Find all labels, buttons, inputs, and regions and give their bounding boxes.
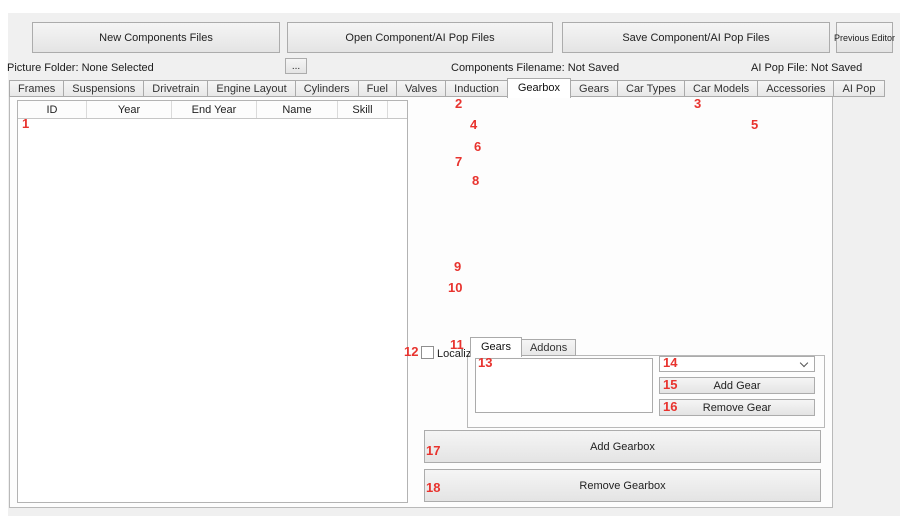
annotation-9: 9 (454, 261, 461, 273)
gear-dropdown[interactable] (659, 356, 815, 372)
add-gear-button[interactable]: Add Gear (659, 377, 815, 394)
remove-gear-button[interactable]: Remove Gear (659, 399, 815, 416)
tab-induction[interactable]: Induction (445, 80, 508, 97)
annotation-7: 7 (455, 156, 462, 168)
tab-drivetrain[interactable]: Drivetrain (143, 80, 208, 97)
localize-checkbox[interactable] (421, 346, 434, 359)
tab-gears[interactable]: Gears (570, 80, 618, 97)
tab-ai-pop[interactable]: AI Pop (833, 80, 884, 97)
tab-suspensions[interactable]: Suspensions (63, 80, 144, 97)
annotation-14: 14 (663, 357, 677, 369)
annotation-11: 11 (450, 339, 464, 351)
picture-folder-value: None Selected (82, 62, 154, 74)
new-components-files-button[interactable]: New Components Files (32, 22, 280, 53)
annotation-6: 6 (474, 141, 481, 153)
annotation-2: 2 (455, 98, 462, 110)
ai-pop-file-label: AI Pop File: (751, 62, 808, 74)
column-header-year[interactable]: Year (87, 101, 172, 118)
tab-gearbox[interactable]: Gearbox (507, 78, 571, 98)
remove-gearbox-button[interactable]: Remove Gearbox (424, 469, 821, 502)
main-tab-strip: Frames Suspensions Drivetrain Engine Lay… (9, 77, 884, 97)
annotation-1: 1 (22, 118, 29, 130)
tab-accessories[interactable]: Accessories (757, 80, 834, 97)
restrictions-tab-gears[interactable]: Gears (470, 337, 522, 357)
tab-car-models[interactable]: Car Models (684, 80, 758, 97)
tab-fuel[interactable]: Fuel (358, 80, 397, 97)
annotation-17: 17 (426, 445, 440, 457)
annotation-16: 16 (663, 401, 677, 413)
picture-folder-label: Picture Folder: (7, 62, 79, 74)
annotation-18: 18 (426, 482, 440, 494)
tab-valves[interactable]: Valves (396, 80, 446, 97)
annotation-4: 4 (470, 119, 477, 131)
annotation-3: 3 (694, 98, 701, 110)
annotation-15: 15 (663, 379, 677, 391)
previous-editor-button[interactable]: Previous Editor (836, 22, 893, 53)
annotation-12: 12 (404, 346, 418, 358)
tab-car-types[interactable]: Car Types (617, 80, 685, 97)
browse-picture-folder-button[interactable]: ... (285, 58, 307, 74)
save-component-files-button[interactable]: Save Component/AI Pop Files (562, 22, 830, 53)
components-filename-status: Components Filename: Not Saved (451, 62, 619, 74)
column-header-skill[interactable]: Skill (338, 101, 388, 118)
restrictions-tab-strip: Gears Addons (470, 337, 575, 356)
annotation-10: 10 (448, 282, 462, 294)
components-filename-label: Components Filename: (451, 62, 565, 74)
ai-pop-file-status: AI Pop File: Not Saved (751, 62, 862, 74)
column-header-name[interactable]: Name (257, 101, 338, 118)
tab-engine-layout[interactable]: Engine Layout (207, 80, 295, 97)
gearbox-table[interactable]: ID Year End Year Name Skill (17, 100, 408, 503)
annotation-13: 13 (478, 357, 492, 369)
gearbox-table-header: ID Year End Year Name Skill (18, 101, 407, 119)
gear-listbox[interactable] (475, 358, 653, 413)
tab-cylinders[interactable]: Cylinders (295, 80, 359, 97)
annotation-5: 5 (751, 119, 758, 131)
ai-pop-file-value: Not Saved (811, 62, 862, 74)
restrictions-tab-addons[interactable]: Addons (521, 339, 576, 356)
tab-frames[interactable]: Frames (9, 80, 64, 97)
open-component-files-button[interactable]: Open Component/AI Pop Files (287, 22, 553, 53)
dropdown-chevron-icon[interactable] (800, 359, 808, 367)
column-header-end-year[interactable]: End Year (172, 101, 257, 118)
picture-folder-status: Picture Folder: None Selected (7, 62, 154, 74)
column-header-empty[interactable] (388, 101, 407, 118)
components-filename-value: Not Saved (568, 62, 619, 74)
annotation-8: 8 (472, 175, 479, 187)
add-gearbox-button[interactable]: Add Gearbox (424, 430, 821, 463)
